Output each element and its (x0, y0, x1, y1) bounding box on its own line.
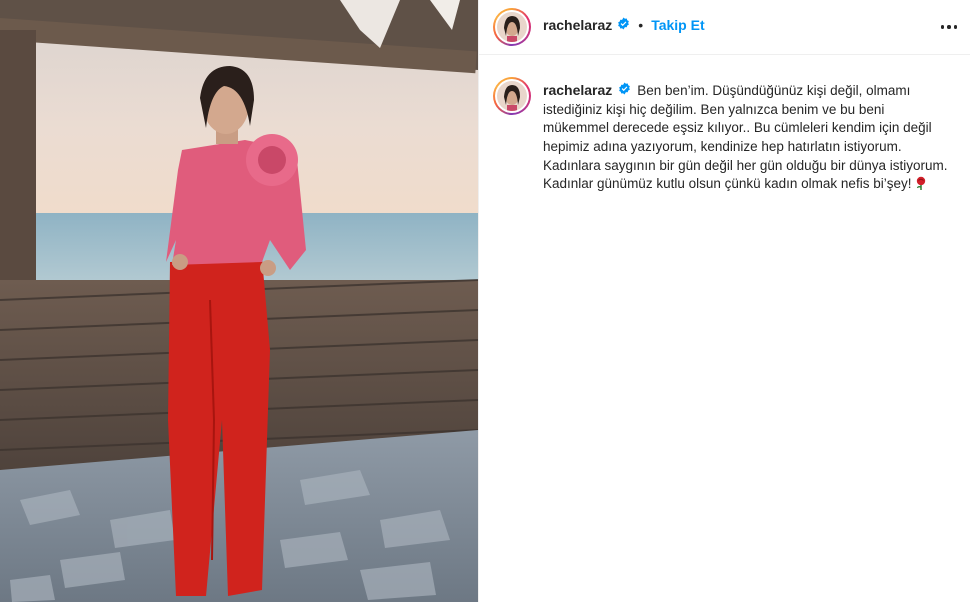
verified-badge-icon (618, 82, 631, 101)
caption-username[interactable]: rachelaraz (543, 82, 612, 98)
post-photo-illustration (0, 0, 478, 602)
verified-badge-icon (617, 17, 630, 33)
avatar-image (497, 81, 527, 111)
post-header: rachelaraz • Takip Et (479, 0, 970, 55)
more-options-icon[interactable] (937, 15, 961, 39)
post-photo[interactable] (0, 0, 478, 602)
post-side-panel: rachelaraz • Takip Et rachelaraz Ben ben… (478, 0, 970, 602)
avatar-image (497, 12, 527, 42)
author-username[interactable]: rachelaraz (543, 17, 612, 33)
author-avatar[interactable] (493, 8, 531, 46)
caption-text-block: rachelaraz Ben ben’im. Düşündüğünüz kişi… (543, 81, 953, 196)
separator-dot: • (638, 17, 644, 33)
rose-icon (915, 176, 927, 196)
caption-author-avatar[interactable] (493, 77, 531, 115)
caption-body: Ben ben’im. Düşündüğünüz kişi değil, olm… (543, 83, 948, 192)
follow-button[interactable]: Takip Et (651, 17, 704, 33)
